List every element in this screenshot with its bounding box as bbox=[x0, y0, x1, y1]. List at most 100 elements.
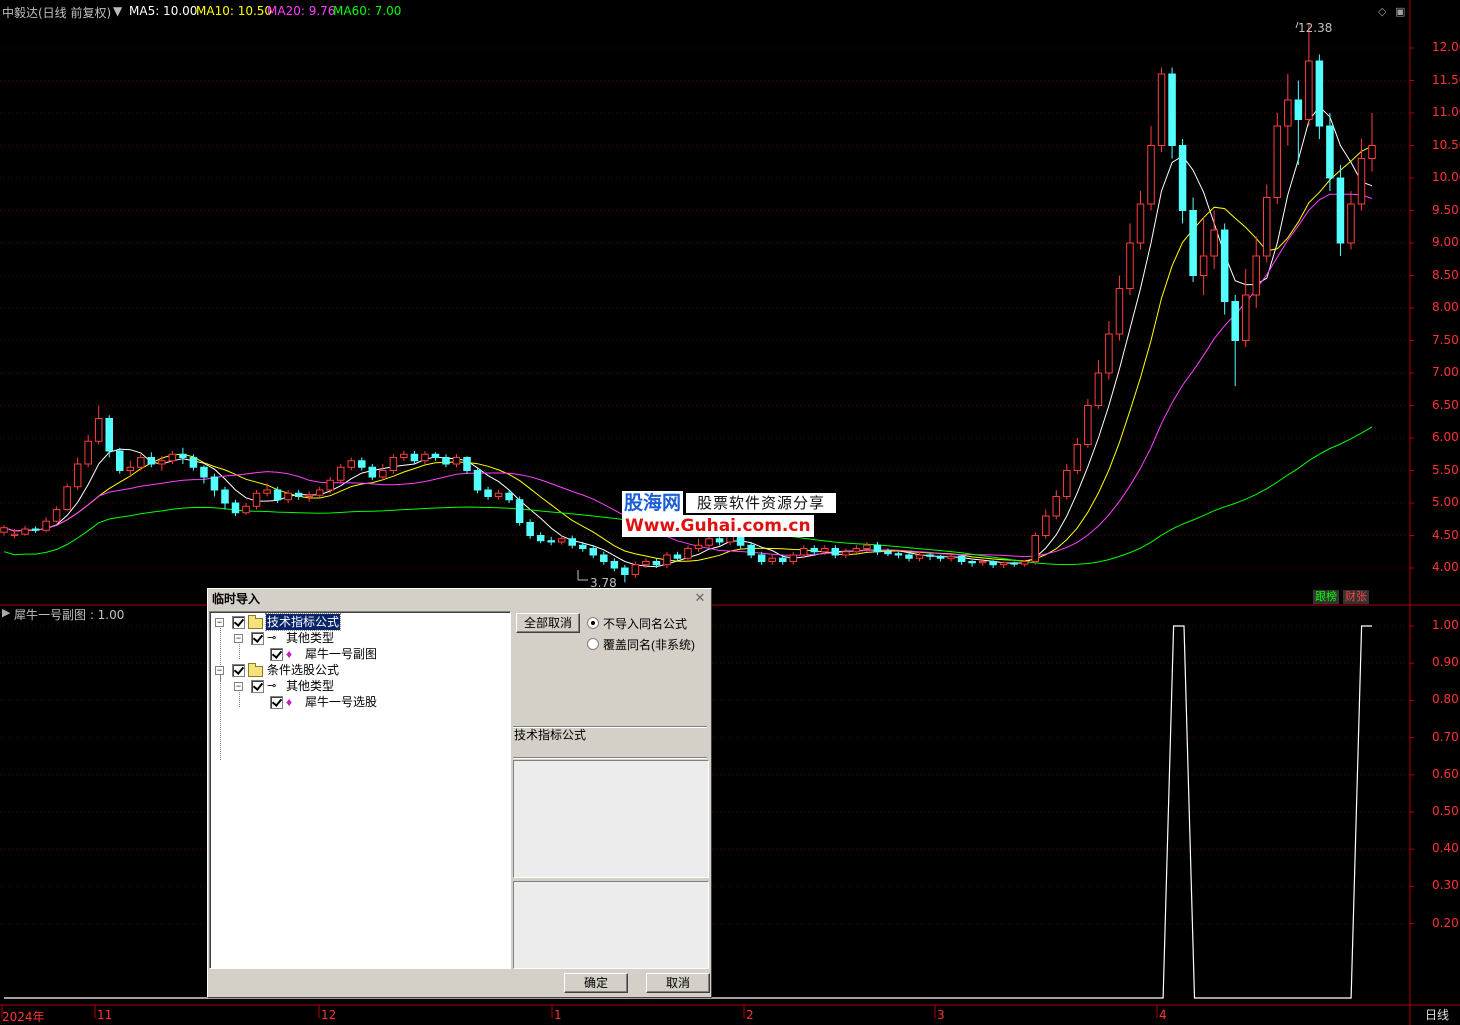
candle-body[interactable] bbox=[936, 555, 945, 559]
candle-body[interactable] bbox=[168, 453, 177, 462]
tag-left[interactable]: 跟榜 bbox=[1313, 590, 1339, 604]
collapse-icon[interactable]: − bbox=[215, 666, 224, 675]
candle-body[interactable] bbox=[705, 538, 713, 546]
candle-body[interactable] bbox=[1157, 73, 1166, 146]
window-icon[interactable]: ▣ bbox=[1395, 5, 1405, 18]
candle-body[interactable] bbox=[1105, 333, 1113, 374]
candle-body[interactable] bbox=[210, 476, 219, 491]
tree-label[interactable]: 条件选股公式 bbox=[267, 662, 339, 678]
candle-body[interactable] bbox=[989, 561, 997, 566]
formula-tree[interactable]: − 技术指标公式 − ⊸ 其他类型 ♦ 犀牛一号副图 − 条件选股公式 − ⊸ … bbox=[209, 611, 511, 969]
diamond-icon[interactable]: ◇ bbox=[1378, 5, 1386, 18]
dropdown-icon[interactable]: ▼ bbox=[113, 4, 122, 18]
candle-body[interactable] bbox=[663, 554, 671, 566]
candle-body[interactable] bbox=[589, 548, 598, 556]
candle-body[interactable] bbox=[1294, 99, 1303, 120]
candle-body[interactable] bbox=[137, 457, 145, 468]
collapse-icon[interactable]: − bbox=[234, 634, 243, 643]
candle-body[interactable] bbox=[242, 505, 250, 514]
candle-body[interactable] bbox=[1031, 535, 1040, 562]
candle-body[interactable] bbox=[694, 544, 703, 549]
candle-body[interactable] bbox=[336, 466, 345, 481]
tree-node-selection-formulas[interactable]: − 条件选股公式 bbox=[210, 662, 510, 678]
candle-body[interactable] bbox=[1210, 229, 1218, 257]
candle-body[interactable] bbox=[610, 561, 619, 569]
candle-body[interactable] bbox=[463, 457, 471, 471]
tree-label[interactable]: 犀牛一号副图 bbox=[305, 646, 377, 662]
candle-body[interactable] bbox=[768, 557, 776, 562]
candle-body[interactable] bbox=[105, 418, 113, 452]
tree-node-other-type-2[interactable]: − ⊸ 其他类型 bbox=[210, 678, 510, 694]
candle-body[interactable] bbox=[273, 489, 282, 501]
cancel-all-button[interactable]: 全部取消 bbox=[516, 613, 580, 633]
collapse-icon[interactable]: − bbox=[215, 618, 224, 627]
candle-body[interactable] bbox=[389, 457, 398, 471]
candle-body[interactable] bbox=[1126, 242, 1134, 289]
candle-body[interactable] bbox=[1305, 60, 1313, 120]
candle-body[interactable] bbox=[1252, 255, 1261, 296]
candle-body[interactable] bbox=[842, 551, 850, 556]
candle-body[interactable] bbox=[115, 450, 124, 471]
candle-body[interactable] bbox=[147, 457, 156, 465]
candle-body[interactable] bbox=[1263, 197, 1271, 257]
candle-body[interactable] bbox=[799, 548, 808, 556]
candle-body[interactable] bbox=[1147, 145, 1155, 205]
candle-body[interactable] bbox=[52, 509, 61, 522]
candle-body[interactable] bbox=[10, 533, 19, 537]
candle-body[interactable] bbox=[852, 548, 861, 553]
candle-body[interactable] bbox=[494, 492, 503, 497]
candle-body[interactable] bbox=[84, 440, 92, 465]
candle-body[interactable] bbox=[358, 460, 366, 468]
checkbox[interactable] bbox=[232, 664, 245, 677]
candle-body[interactable] bbox=[1368, 145, 1376, 159]
candle-body[interactable] bbox=[231, 502, 240, 514]
tree-label[interactable]: 其他类型 bbox=[286, 678, 334, 694]
dialog-title[interactable]: 临时导入 bbox=[208, 589, 711, 609]
candle-body[interactable] bbox=[1284, 99, 1292, 127]
candle-body[interactable] bbox=[1094, 372, 1103, 406]
candle-body[interactable] bbox=[1168, 73, 1176, 146]
candle-body[interactable] bbox=[31, 528, 40, 531]
candle-body[interactable] bbox=[905, 554, 913, 559]
candle-body[interactable] bbox=[263, 489, 271, 494]
close-icon[interactable]: ✕ bbox=[693, 591, 707, 605]
candle-body[interactable] bbox=[515, 499, 524, 523]
candle-body[interactable] bbox=[368, 466, 377, 478]
collapse-icon[interactable]: − bbox=[234, 682, 243, 691]
candle-body[interactable] bbox=[421, 453, 429, 462]
candle-body[interactable] bbox=[747, 544, 755, 556]
candle-body[interactable] bbox=[442, 457, 450, 465]
candle-body[interactable] bbox=[294, 492, 303, 497]
candle-body[interactable] bbox=[94, 418, 103, 442]
checkbox[interactable] bbox=[270, 696, 283, 709]
candle-body[interactable] bbox=[1326, 125, 1334, 179]
candle-body[interactable] bbox=[221, 489, 229, 504]
candle-body[interactable] bbox=[642, 561, 650, 566]
tree-node-other-type[interactable]: − ⊸ 其他类型 bbox=[210, 630, 510, 646]
candle-body[interactable] bbox=[1336, 177, 1345, 244]
candle-body[interactable] bbox=[926, 554, 934, 557]
candle-body[interactable] bbox=[315, 489, 324, 496]
candle-body[interactable] bbox=[126, 466, 135, 471]
candle-body[interactable] bbox=[1178, 145, 1187, 211]
candle-body[interactable] bbox=[810, 548, 819, 553]
candle-body[interactable] bbox=[1052, 496, 1061, 517]
candle-body[interactable] bbox=[863, 544, 871, 549]
candle-body[interactable] bbox=[831, 548, 840, 556]
candle-body[interactable] bbox=[557, 538, 566, 543]
candle-body[interactable] bbox=[1347, 203, 1355, 244]
candle-body[interactable] bbox=[410, 453, 419, 462]
candle-body[interactable] bbox=[179, 453, 187, 458]
candle-body[interactable] bbox=[1273, 125, 1282, 198]
candle-body[interactable] bbox=[452, 457, 461, 465]
details-panel[interactable] bbox=[513, 881, 709, 969]
sub-chart-collapse-icon[interactable]: ▶ bbox=[2, 606, 10, 619]
candle-body[interactable] bbox=[536, 535, 545, 542]
candle-body[interactable] bbox=[1241, 294, 1250, 341]
radio-overwrite[interactable] bbox=[587, 638, 599, 650]
tree-label[interactable]: 其他类型 bbox=[286, 630, 334, 646]
candle-body[interactable] bbox=[631, 564, 640, 575]
candle-body[interactable] bbox=[873, 544, 882, 553]
candle-body[interactable] bbox=[63, 486, 71, 510]
candle-body[interactable] bbox=[189, 457, 198, 468]
